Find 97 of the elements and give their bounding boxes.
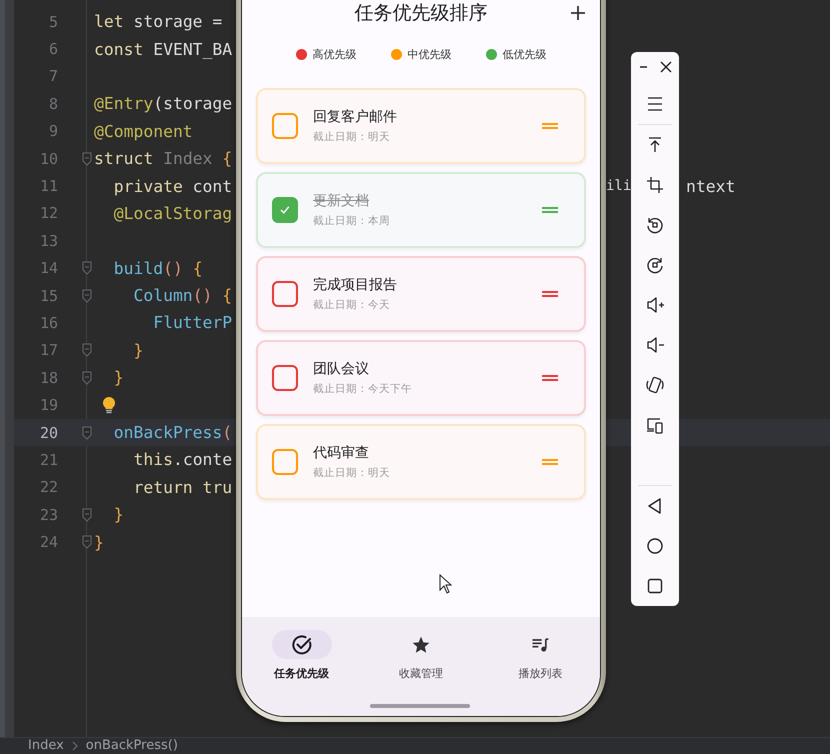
drag-handle-icon[interactable] <box>542 375 558 381</box>
drag-handle-icon[interactable] <box>542 123 558 129</box>
code-text: ili <box>606 177 632 196</box>
code-line: @Entry(storage <box>94 94 232 114</box>
due-date: 截止日期：明天 <box>313 130 391 144</box>
drag-handle-icon[interactable] <box>542 291 558 297</box>
crop-icon <box>645 175 665 195</box>
volume-up-icon <box>645 295 665 315</box>
code-line: private cont <box>112 176 232 196</box>
task-card[interactable]: 团队会议 截止日期：今天下午 <box>256 340 586 416</box>
task-card[interactable]: 完成项目报告 截止日期：今天 <box>256 256 586 332</box>
code-line: return tru <box>132 478 232 497</box>
task-title: 团队会议 <box>313 360 370 378</box>
task-card[interactable]: 回复客户邮件 截止日期：明天 <box>256 88 586 164</box>
line-number: 10 <box>38 150 58 168</box>
check-circle-icon <box>290 634 313 656</box>
line-number: 12 <box>38 204 58 222</box>
checkbox[interactable] <box>272 113 298 139</box>
nav-tab[interactable]: 播放列表 <box>480 630 600 716</box>
fold-marker-icon[interactable] <box>82 508 92 522</box>
legend-label: 低优先级 <box>502 46 546 62</box>
line-number: 16 <box>38 314 58 332</box>
nav-tab[interactable]: 任务优先级 <box>242 630 362 716</box>
due-date: 截止日期：本周 <box>313 214 390 228</box>
code-line: build() { <box>112 258 203 278</box>
code-line: } <box>112 368 124 388</box>
lightbulb-icon[interactable] <box>102 396 116 414</box>
line-number: 22 <box>38 478 58 496</box>
checkmark-icon <box>280 206 290 214</box>
recents-icon <box>645 576 665 596</box>
checkbox[interactable] <box>272 281 298 307</box>
task-title: 完成项目报告 <box>313 276 397 294</box>
line-number: 7 <box>48 67 58 86</box>
line-number: 19 <box>38 396 58 414</box>
code-line: @Component <box>94 122 193 141</box>
volume-down-icon <box>645 335 665 355</box>
legend-label: 中优先级 <box>408 46 452 62</box>
fold-marker-icon[interactable] <box>82 261 92 276</box>
checkbox[interactable] <box>272 365 298 391</box>
page-title: 任务优先级排序 <box>354 1 488 25</box>
line-number: 17 <box>38 341 58 360</box>
line-number: 8 <box>48 94 58 113</box>
line-number: 11 <box>38 177 58 196</box>
code-line: this.conte <box>132 450 232 470</box>
home-icon <box>645 536 665 556</box>
code-line: Column() { <box>132 286 232 306</box>
line-number: 18 <box>38 368 58 387</box>
legend-label: 高优先级 <box>312 46 356 62</box>
fold-marker-icon[interactable] <box>82 426 92 440</box>
chevron-icon <box>72 741 78 751</box>
fold-marker-icon[interactable] <box>82 343 92 358</box>
due-date: 截止日期：今天下午 <box>313 382 412 396</box>
checkbox[interactable] <box>272 197 298 223</box>
task-title: 更新文档 <box>313 192 370 210</box>
fold-marker-icon[interactable] <box>82 288 92 303</box>
line-number: 13 <box>38 232 58 250</box>
due-date: 截止日期：今天 <box>313 298 391 312</box>
code-line: struct Index { <box>94 149 232 168</box>
star-icon <box>410 634 431 654</box>
line-number: 6 <box>48 40 58 58</box>
nav-tab[interactable]: 收藏管理 <box>361 630 481 716</box>
breadcrumb[interactable]: Index <box>28 738 64 754</box>
breadcrumb[interactable]: onBackPress() <box>86 738 178 754</box>
task-card[interactable]: 代码审查 截止日期：明天 <box>256 424 586 500</box>
tilted-phone-icon <box>645 375 665 395</box>
close-icon[interactable] <box>658 59 674 75</box>
fold-marker-icon[interactable] <box>82 370 92 385</box>
code-line: } <box>132 340 144 360</box>
code-line: FlutterP <box>152 313 232 332</box>
drag-handle-icon[interactable] <box>542 207 558 213</box>
mouse-pointer-icon <box>439 574 452 594</box>
line-number: 14 <box>38 259 58 278</box>
add-icon[interactable] <box>570 5 586 21</box>
code-line: } <box>94 532 104 552</box>
drag-handle-icon[interactable] <box>542 459 558 465</box>
code-line: } <box>112 505 124 524</box>
line-number: 24 <box>38 533 58 552</box>
code-line: onBackPress( <box>112 423 232 442</box>
line-number: 9 <box>48 122 58 140</box>
fold-marker-icon[interactable] <box>82 152 92 166</box>
line-number: 20 <box>38 424 58 442</box>
code-line: @LocalStorag <box>112 204 232 223</box>
rotate-right-icon <box>645 255 665 275</box>
code-line: let storage = <box>94 12 222 32</box>
line-number: 5 <box>48 12 58 31</box>
line-number: 23 <box>38 506 58 524</box>
line-number: 15 <box>38 286 58 305</box>
code-line: const EVENT_BA <box>94 40 232 59</box>
fold-marker-icon[interactable] <box>82 535 92 550</box>
menu-icon <box>647 97 663 111</box>
task-title: 回复客户邮件 <box>313 108 397 126</box>
rotate-left-icon <box>645 215 665 235</box>
due-date: 截止日期：明天 <box>313 466 390 480</box>
checkbox[interactable] <box>272 449 298 475</box>
code-text: ntext <box>686 176 736 198</box>
line-number: 21 <box>38 450 58 469</box>
task-title: 代码审查 <box>313 444 370 462</box>
